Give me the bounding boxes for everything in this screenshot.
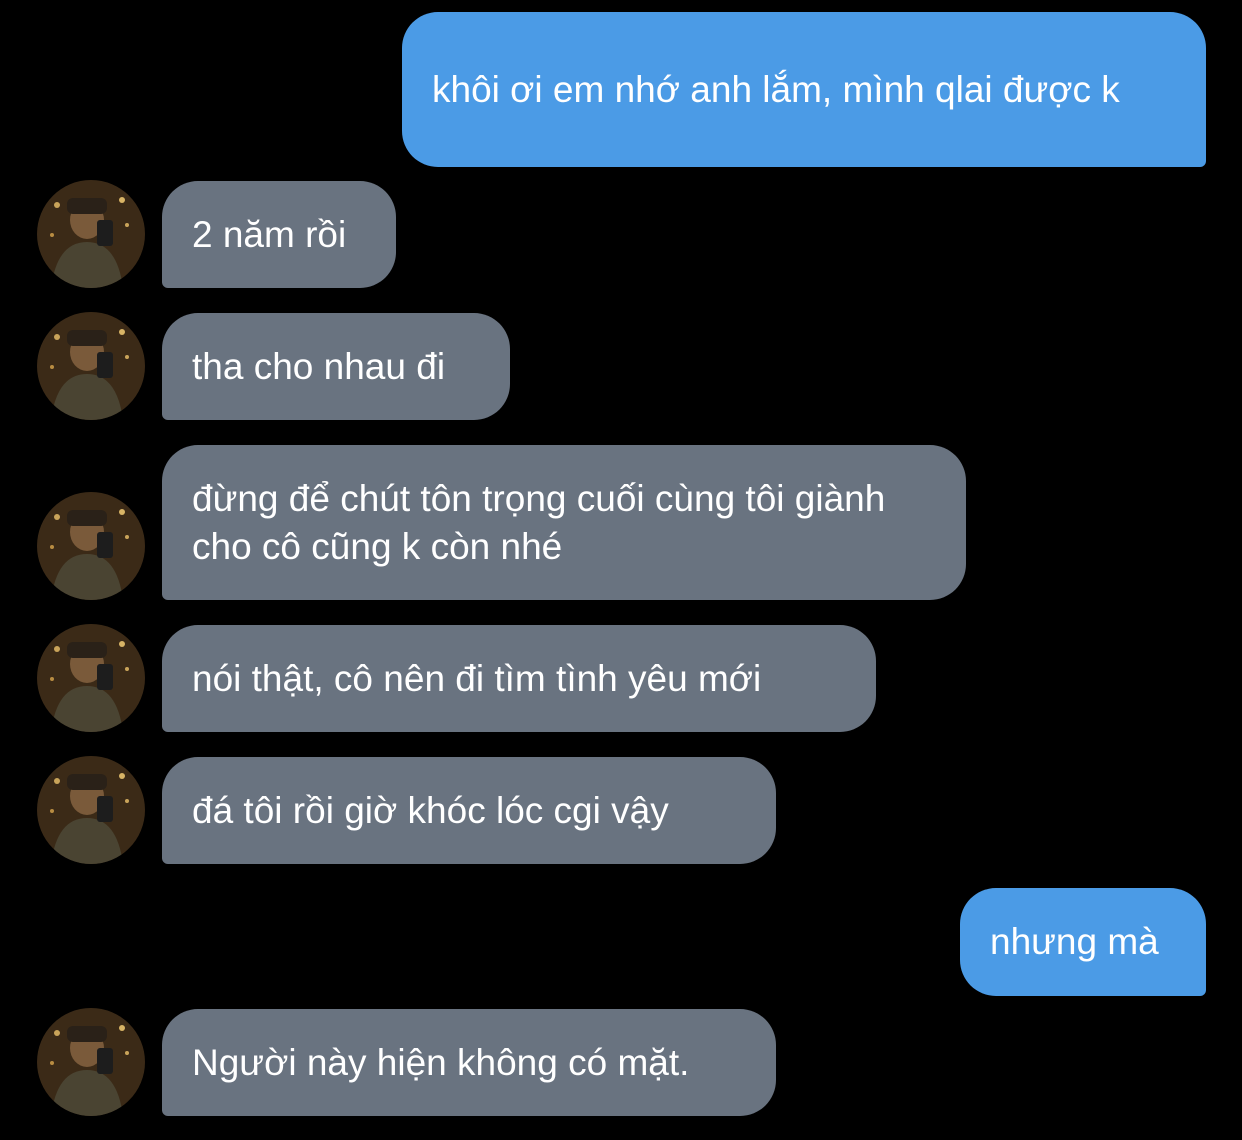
received-message-bubble[interactable]: Người này hiện không có mặt.	[162, 1009, 776, 1116]
received-message-bubble[interactable]: 2 năm rồi	[162, 181, 396, 288]
received-message-bubble[interactable]: nói thật, cô nên đi tìm tình yêu mới	[162, 625, 876, 732]
avatar-photo-icon	[37, 624, 145, 732]
avatar-photo-icon	[37, 1008, 145, 1116]
message-text: đá tôi rồi giờ khóc lóc cgi vậy	[192, 789, 669, 831]
message-text: nói thật, cô nên đi tìm tình yêu mới	[192, 657, 762, 699]
message-text: tha cho nhau đi	[192, 345, 446, 387]
contact-avatar[interactable]	[37, 1008, 145, 1116]
message-text: đừng để chút tôn trọng cuối cùng tôi già…	[192, 477, 896, 567]
sent-message-bubble[interactable]: khôi ơi em nhớ anh lắm, mình qlai được k	[402, 12, 1206, 167]
contact-avatar[interactable]	[37, 492, 145, 600]
received-message-bubble[interactable]: đá tôi rồi giờ khóc lóc cgi vậy	[162, 757, 776, 864]
message-text: khôi ơi em nhớ anh lắm, mình qlai được k	[432, 68, 1120, 110]
message-text: 2 năm rồi	[192, 213, 347, 255]
contact-avatar[interactable]	[37, 180, 145, 288]
message-text: nhưng mà	[990, 921, 1159, 962]
avatar-photo-icon	[37, 756, 145, 864]
received-message-bubble[interactable]: tha cho nhau đi	[162, 313, 510, 420]
avatar-photo-icon	[37, 180, 145, 288]
contact-avatar[interactable]	[37, 624, 145, 732]
contact-avatar[interactable]	[37, 756, 145, 864]
message-text: Người này hiện không có mặt.	[192, 1041, 690, 1083]
contact-avatar[interactable]	[37, 312, 145, 420]
sent-message-bubble[interactable]: nhưng mà	[960, 888, 1206, 996]
avatar-photo-icon	[37, 312, 145, 420]
avatar-photo-icon	[37, 492, 145, 600]
received-message-bubble[interactable]: đừng để chút tôn trọng cuối cùng tôi già…	[162, 445, 966, 600]
